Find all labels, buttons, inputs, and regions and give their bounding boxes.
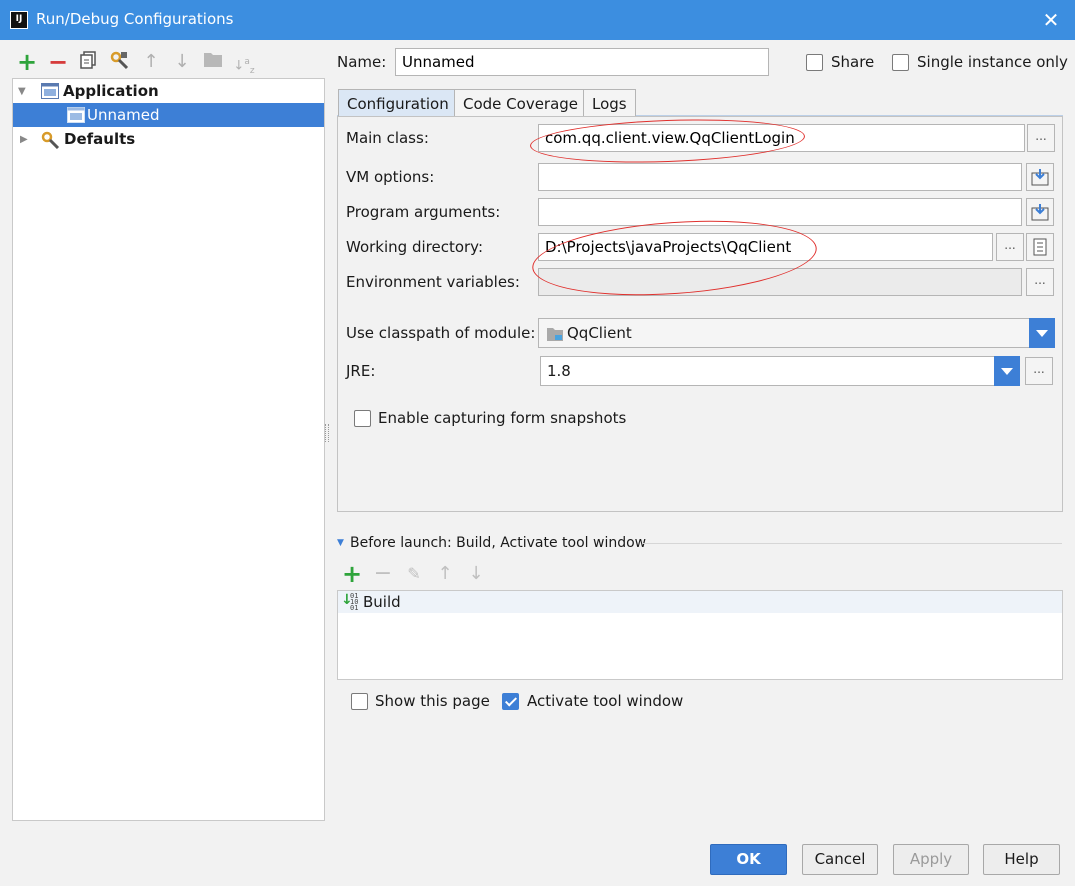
share-checkbox[interactable] [806, 54, 823, 71]
classpath-select[interactable]: QqClient [538, 318, 1055, 348]
move-down-icon: ↓ [174, 51, 190, 72]
list-item[interactable]: ↓ 01 10 01 Build [338, 591, 1062, 613]
chevron-down-icon[interactable] [1029, 318, 1055, 348]
vm-options-label: VM options: [346, 168, 435, 186]
working-dir-label: Working directory: [346, 238, 484, 256]
remove-task-icon: − [373, 561, 393, 586]
jre-value: 1.8 [547, 362, 571, 380]
tab-configuration[interactable]: Configuration [338, 89, 458, 117]
add-task-icon[interactable]: + [340, 562, 364, 586]
env-vars-label: Environment variables: [346, 273, 520, 291]
single-instance-label: Single instance only [917, 53, 1068, 71]
folder-icon [201, 50, 225, 74]
before-launch-header: Before launch: Build, Activate tool wind… [350, 535, 647, 551]
name-input[interactable] [395, 48, 769, 76]
main-class-browse-button[interactable]: ... [1027, 124, 1055, 152]
working-dir-macro-icon[interactable] [1026, 233, 1054, 261]
sort-icon: ↓az [233, 57, 255, 76]
capture-snapshots-label: Enable capturing form snapshots [378, 409, 627, 427]
build-task-label: Build [363, 593, 401, 611]
capture-snapshots-checkbox[interactable] [354, 410, 371, 427]
copy-icon[interactable] [77, 50, 101, 74]
splitter-handle[interactable] [325, 424, 329, 442]
main-class-label: Main class: [346, 129, 429, 147]
vm-options-input[interactable] [538, 163, 1022, 191]
move-task-down-icon: ↓ [468, 563, 484, 584]
wrench-icon[interactable] [108, 50, 132, 74]
tab-code-coverage[interactable]: Code Coverage [454, 89, 588, 117]
before-launch-list: ↓ 01 10 01 Build [337, 590, 1063, 680]
tree-item-unnamed[interactable]: Unnamed [87, 103, 160, 127]
move-task-up-icon: ↑ [437, 563, 453, 584]
activate-tool-checkbox[interactable] [502, 693, 519, 710]
config-tree: ▼ Application Unnamed ▶ Defaults [12, 78, 325, 821]
application-icon [41, 83, 59, 99]
chevron-down-icon[interactable] [994, 356, 1020, 386]
move-up-icon: ↑ [143, 51, 159, 72]
section-divider [642, 543, 1062, 544]
classpath-label: Use classpath of module: [346, 324, 536, 342]
window-title: Run/Debug Configurations [36, 10, 234, 28]
cancel-button[interactable]: Cancel [802, 844, 878, 875]
ok-button[interactable]: OK [710, 844, 787, 875]
collapse-arrow-icon[interactable]: ▼ [337, 538, 344, 548]
jre-select[interactable]: 1.8 [540, 356, 1020, 386]
apply-button: Apply [893, 844, 969, 875]
remove-icon[interactable]: − [46, 50, 70, 74]
program-args-input[interactable] [538, 198, 1022, 226]
module-folder-icon [547, 328, 563, 341]
binary-icon: 01 10 01 [350, 592, 359, 612]
add-icon[interactable]: + [15, 50, 39, 74]
collapsed-arrow-icon[interactable]: ▶ [20, 134, 28, 145]
name-label: Name: [337, 53, 387, 71]
title-bar: IJ Run/Debug Configurations ✕ [0, 0, 1075, 40]
show-page-checkbox[interactable] [351, 693, 368, 710]
help-button[interactable]: Help [983, 844, 1060, 875]
show-page-label: Show this page [375, 692, 490, 710]
expanded-arrow-icon[interactable]: ▼ [18, 86, 26, 97]
jre-label: JRE: [346, 362, 376, 380]
program-args-expand-icon[interactable] [1026, 198, 1054, 226]
classpath-value: QqClient [567, 324, 632, 342]
vm-options-expand-icon[interactable] [1026, 163, 1054, 191]
defaults-wrench-icon [41, 131, 60, 150]
working-dir-browse-button[interactable]: ... [996, 233, 1024, 261]
tree-item-defaults[interactable]: Defaults [64, 127, 135, 151]
tree-item-unnamed-row[interactable]: Unnamed [13, 103, 324, 127]
single-instance-checkbox[interactable] [892, 54, 909, 71]
program-args-label: Program arguments: [346, 203, 501, 221]
activate-tool-label: Activate tool window [527, 692, 684, 710]
env-vars-browse-button[interactable]: ... [1026, 268, 1054, 296]
close-icon[interactable]: ✕ [1037, 6, 1065, 34]
application-config-icon [67, 107, 85, 123]
intellij-icon: IJ [10, 11, 28, 29]
tab-logs[interactable]: Logs [583, 89, 636, 117]
jre-browse-button[interactable]: ... [1025, 357, 1053, 385]
tree-item-application[interactable]: Application [63, 79, 159, 103]
edit-task-icon: ✎ [407, 564, 421, 583]
share-label: Share [831, 53, 875, 71]
